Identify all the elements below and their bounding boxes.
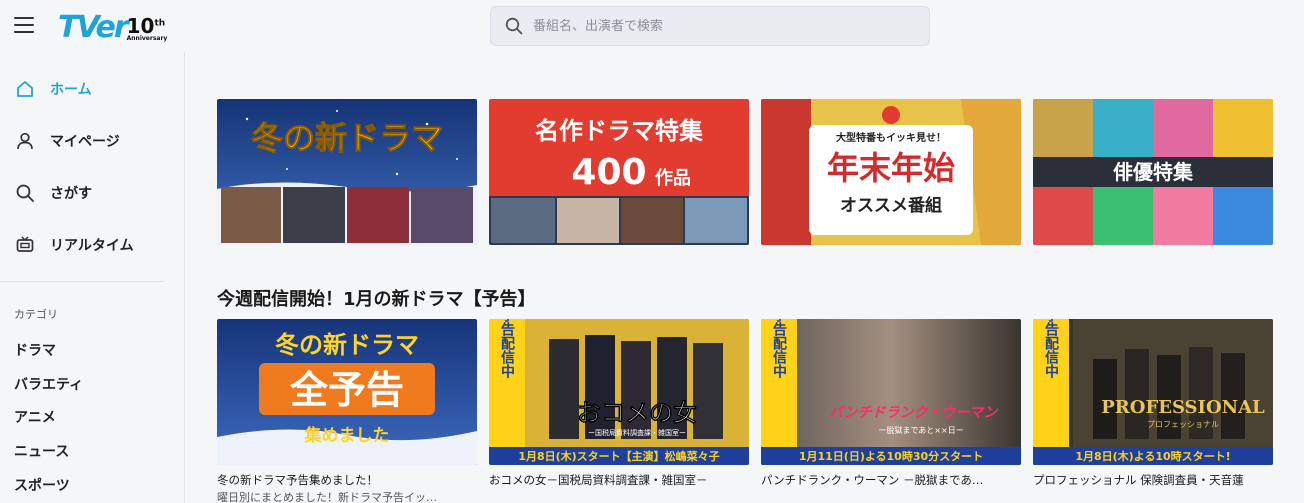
- airdate-bar: 1月11日(日)よる10時30分スタート: [799, 449, 983, 463]
- category-news[interactable]: ニュース: [14, 441, 69, 461]
- sidebar: ホーム マイページ さがす リアルタイム カテゴリ ドラマ バラエティ アニメ …: [0, 52, 185, 503]
- sidebar-item-mypage[interactable]: マイページ: [14, 129, 120, 153]
- show-logo: おコメの女: [577, 399, 697, 427]
- show-logo-sub: プロフェッショナル: [1147, 420, 1219, 429]
- sidebar-item-label: マイページ: [50, 134, 120, 150]
- banner-title: 年末年始: [827, 149, 955, 187]
- show-logo-sub: ー脱獄まであと××日ー: [878, 425, 963, 435]
- category-heading: カテゴリ: [14, 308, 58, 321]
- episode-title[interactable]: パンチドランク・ウーマン －脱獄まであ…: [761, 472, 1023, 488]
- banner-tag: 大型特番もイッキ見せ！: [836, 131, 946, 144]
- category-variety[interactable]: バラエティ: [14, 374, 83, 394]
- banner-title: 名作ドラマ特集: [535, 117, 704, 145]
- category-sports[interactable]: スポーツ: [14, 475, 70, 495]
- banner-newyear-specials[interactable]: 大型特番もイッキ見せ！ 年末年始 オススメ番組: [761, 99, 1021, 245]
- search-icon: [505, 17, 523, 35]
- search-input[interactable]: [533, 18, 913, 34]
- episode-title[interactable]: プロフェッショナル 保険調査員・天音蓮: [1033, 472, 1273, 488]
- anniversary-word: Anniversary: [126, 35, 168, 42]
- banner-title: 俳優特集: [1113, 160, 1194, 184]
- sidebar-item-label: リアルタイム: [50, 238, 134, 254]
- home-icon: [14, 78, 36, 100]
- anniversary-suffix: th: [154, 18, 166, 29]
- banner-winter-drama[interactable]: 冬の新ドラマ: [217, 99, 477, 245]
- category-drama[interactable]: ドラマ: [14, 340, 56, 360]
- banner-actor-feature[interactable]: 俳優特集: [1033, 99, 1273, 245]
- sidebar-item-label: さがす: [50, 186, 92, 202]
- search-icon: [14, 182, 36, 204]
- episode-title[interactable]: 冬の新ドラマ予告集めました！: [217, 472, 479, 488]
- menu-icon[interactable]: [14, 17, 34, 33]
- sidebar-item-search[interactable]: さがす: [14, 181, 92, 205]
- thumb-title: 冬の新ドラマ: [275, 331, 419, 359]
- section-title: 今週配信開始！1月の新ドラマ【予告】: [217, 289, 536, 310]
- episode-card[interactable]: 予告配信中 パンチドランク・ウーマン ー脱獄まであと××日ー 1月11日(日)よ…: [761, 319, 1021, 465]
- tv-icon: [14, 234, 36, 256]
- show-logo-sub: ー国税局資料調査課・雑国室ー: [588, 428, 686, 437]
- preview-label: 予告配信中: [499, 319, 515, 379]
- episode-card[interactable]: 冬の新ドラマ 全予告 集めました: [217, 319, 477, 465]
- episode-card[interactable]: 予告配信中 おコメの女 ー国税局資料調査課・雑国室ー 1月8日(木)スタート【主…: [489, 319, 749, 465]
- sidebar-item-home[interactable]: ホーム: [14, 77, 92, 101]
- tver-logo[interactable]: TVer 10th Anniversary: [58, 8, 167, 44]
- anniversary-mark: 10th Anniversary: [127, 16, 168, 42]
- search-box[interactable]: [490, 6, 930, 46]
- banner-title: 冬の新ドラマ: [251, 119, 443, 157]
- airdate-bar: 1月8日(木)よる10時スタート!: [1075, 449, 1230, 463]
- thumb-subtitle: 集めました: [304, 425, 390, 446]
- sidebar-divider: [0, 281, 164, 282]
- preview-label: 予告配信中: [1043, 319, 1059, 379]
- banner-count-suffix: 作品: [655, 167, 691, 189]
- sidebar-item-realtime[interactable]: リアルタイム: [14, 233, 134, 257]
- logo-text: TVer: [58, 10, 129, 45]
- sidebar-item-label: ホーム: [50, 82, 92, 98]
- thumb-headline: 全予告: [289, 368, 404, 412]
- banner-subtitle: オススメ番組: [840, 195, 942, 216]
- banner-masterpiece-drama[interactable]: 名作ドラマ特集 400 作品: [489, 99, 749, 245]
- show-logo: パンチドランク・ウーマン: [829, 405, 998, 421]
- show-logo: PROFESSIONAL: [1101, 397, 1265, 418]
- airdate-bar: 1月8日(木)スタート【主演】松嶋菜々子: [518, 449, 719, 463]
- banner-count: 400: [571, 152, 646, 193]
- preview-label: 予告配信中: [771, 319, 787, 379]
- category-anime[interactable]: アニメ: [14, 407, 56, 427]
- main-content: 冬の新ドラマ 名作ドラマ特集 400 作品 大型特番もイッキ見せ！ 年末年始 オ…: [186, 52, 1304, 503]
- top-header: TVer 10th Anniversary: [0, 0, 1304, 52]
- episode-card[interactable]: 予告配信中 PROFESSIONAL プロフェッショナル 1月8日(木)よる10…: [1033, 319, 1273, 465]
- user-icon: [14, 130, 36, 152]
- episode-title[interactable]: おコメの女－国税局資料調査課・雑国室－: [489, 472, 751, 488]
- episode-description: 曜日別にまとめました！新ドラマ予告イッ…: [217, 491, 437, 503]
